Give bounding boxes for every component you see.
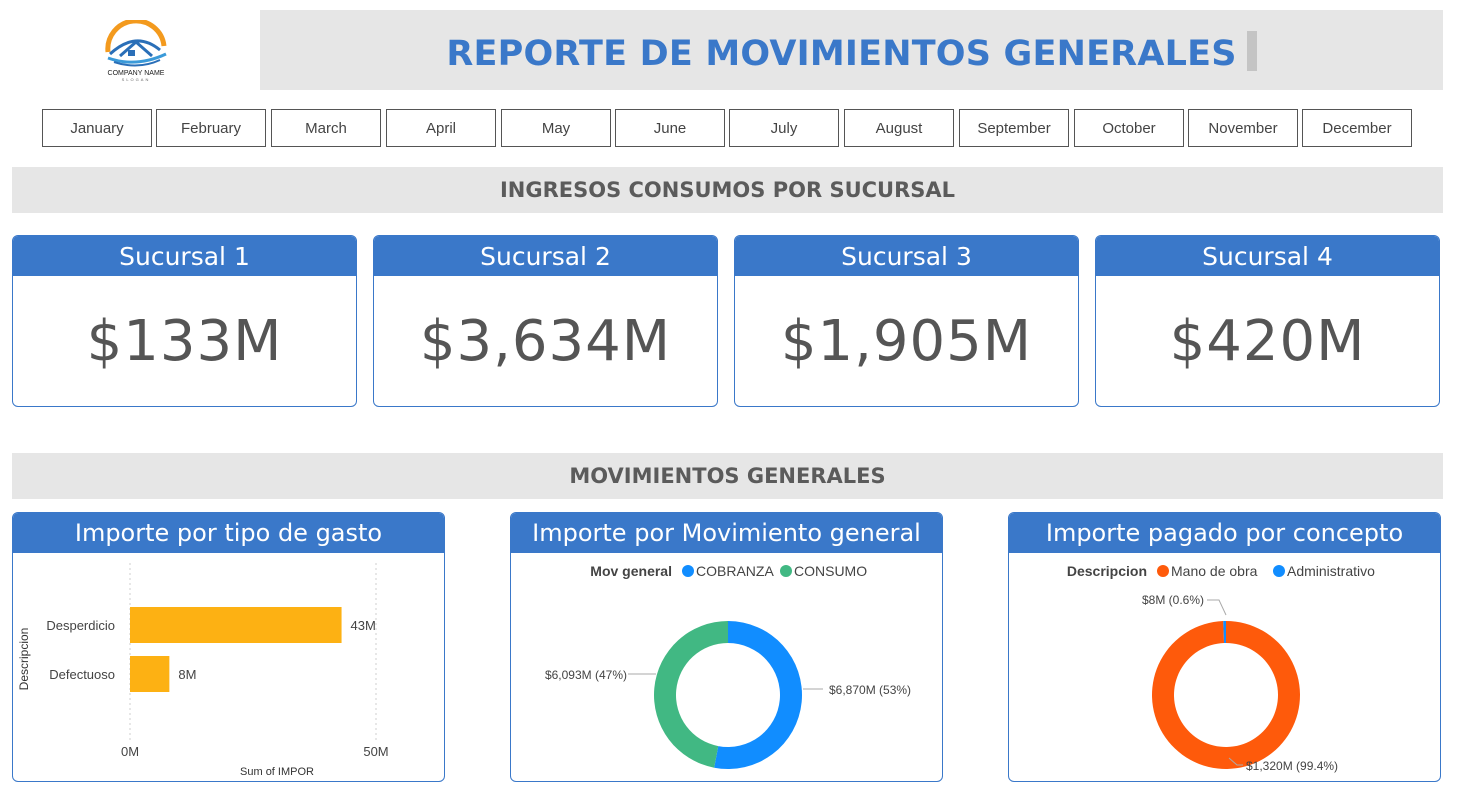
month-button-september[interactable]: September — [959, 109, 1069, 147]
donut-slice-consumo[interactable] — [653, 621, 728, 768]
data-label: $6,093M (47%) — [545, 668, 627, 682]
kpi-title: Sucursal 1 — [13, 236, 356, 276]
section-banner-ingresos: INGRESOS CONSUMOS POR SUCURSAL — [12, 167, 1443, 213]
category-label: Desperdicio — [46, 618, 115, 633]
company-logo: COMPANY NAME SLOGAN — [100, 18, 172, 82]
x-tick-label: 50M — [363, 744, 388, 759]
kpi-title: Sucursal 2 — [374, 236, 717, 276]
kpi-title: Sucursal 3 — [735, 236, 1078, 276]
legend-label: Mano de obra — [1171, 563, 1258, 579]
month-button-may[interactable]: May — [501, 109, 611, 147]
kpi-card-sucursal-3: Sucursal 3 $1,905M — [734, 235, 1079, 407]
legend-label: CONSUMO — [794, 563, 867, 579]
month-button-december[interactable]: December — [1302, 109, 1412, 147]
month-button-august[interactable]: August — [844, 109, 954, 147]
data-label: $1,320M (99.4%) — [1246, 759, 1338, 773]
kpi-value: $3,634M — [419, 308, 672, 374]
legend-marker-cobranza — [682, 565, 694, 577]
kpi-title: Sucursal 4 — [1096, 236, 1439, 276]
kpi-value: $420M — [1169, 308, 1366, 374]
month-button-april[interactable]: April — [386, 109, 496, 147]
month-button-march[interactable]: March — [271, 109, 381, 147]
category-label: Defectuoso — [49, 667, 115, 682]
kpi-card-sucursal-4: Sucursal 4 $420M — [1095, 235, 1440, 407]
bar-chart: Descripcion Desperdicio Defectuoso 43M 8… — [17, 563, 389, 778]
month-button-june[interactable]: June — [615, 109, 725, 147]
leader-line — [1207, 599, 1227, 616]
panel-importe-por-tipo-de-gasto: Importe por tipo de gasto Descripcion De… — [12, 512, 445, 782]
x-axis-title: Sum of IMPOR — [240, 766, 314, 778]
donut-chart: Descripcion Mano de obra Administrativo … — [1067, 563, 1375, 773]
bar-defectuoso[interactable] — [130, 656, 170, 692]
panel-title: Importe pagado por concepto — [1009, 513, 1440, 553]
logo-slogan: SLOGAN — [122, 77, 151, 82]
month-button-january[interactable]: January — [42, 109, 152, 147]
panel-title: Importe por tipo de gasto — [13, 513, 444, 553]
kpi-card-sucursal-2: Sucursal 2 $3,634M — [373, 235, 718, 407]
donut-chart: Mov general COBRANZA CONSUMO $6,870M (53… — [545, 563, 911, 769]
legend-marker-administrativo — [1273, 565, 1285, 577]
donut-slice-mano-de-obra[interactable] — [1152, 621, 1300, 769]
legend-title: Mov general — [590, 563, 672, 579]
legend-label: COBRANZA — [696, 563, 774, 579]
page-title: REPORTE DE MOVIMIENTOS GENERALES — [446, 34, 1237, 74]
data-label: 8M — [178, 667, 196, 682]
donut-slice-cobranza[interactable] — [714, 621, 802, 769]
data-label: 43M — [351, 618, 376, 633]
section-banner-movimientos: MOVIMIENTOS GENERALES — [12, 453, 1443, 499]
panel-title: Importe por Movimiento general — [511, 513, 942, 553]
panel-importe-pagado-por-concepto: Importe pagado por concepto Descripcion … — [1008, 512, 1441, 782]
kpi-card-sucursal-1: Sucursal 1 $133M — [12, 235, 357, 407]
legend-title: Descripcion — [1067, 563, 1147, 579]
data-label: $8M (0.6%) — [1142, 593, 1204, 607]
kpi-value: $1,905M — [780, 308, 1033, 374]
x-tick-label: 0M — [121, 744, 139, 759]
month-button-february[interactable]: February — [156, 109, 266, 147]
bar-desperdicio[interactable] — [130, 607, 342, 643]
title-bar: REPORTE DE MOVIMIENTOS GENERALES — [260, 10, 1443, 90]
month-button-october[interactable]: October — [1074, 109, 1184, 147]
logo-name: COMPANY NAME — [108, 70, 165, 77]
house-logo-icon: COMPANY NAME SLOGAN — [105, 18, 167, 82]
panel-importe-por-movimiento-general: Importe por Movimiento general Mov gener… — [510, 512, 943, 782]
month-button-november[interactable]: November — [1188, 109, 1298, 147]
month-button-july[interactable]: July — [729, 109, 839, 147]
kpi-value: $133M — [86, 308, 283, 374]
y-axis-title: Descripcion — [17, 628, 31, 691]
legend-marker-mano-de-obra — [1157, 565, 1169, 577]
legend-marker-consumo — [780, 565, 792, 577]
title-decoration — [1246, 31, 1257, 71]
data-label: $6,870M (53%) — [829, 683, 911, 697]
legend-label: Administrativo — [1287, 563, 1375, 579]
